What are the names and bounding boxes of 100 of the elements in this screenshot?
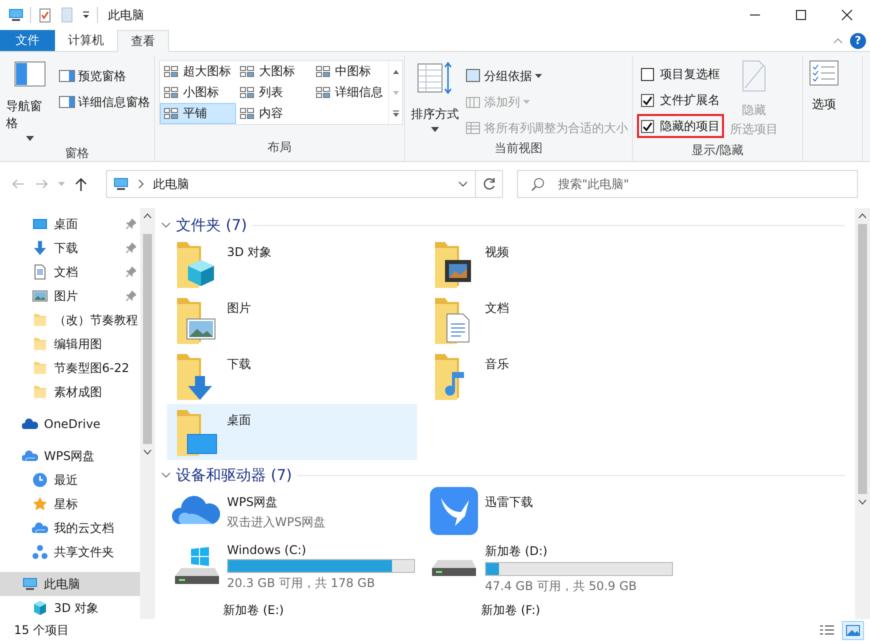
- check-icon: [642, 94, 653, 106]
- nav-item[interactable]: WPS网盘: [0, 444, 140, 468]
- scroll-down-icon: [392, 88, 400, 96]
- sort-button[interactable]: 排序方式: [409, 56, 461, 136]
- view-command[interactable]: 分组依据: [465, 64, 628, 88]
- checkbox-label: 项目复选框: [660, 66, 720, 82]
- layout-option[interactable]: 列表: [236, 82, 312, 103]
- navigation-pane-button[interactable]: 导航窗格: [4, 56, 55, 145]
- checkbox[interactable]: [641, 68, 654, 80]
- recent-caret-icon: [58, 182, 65, 186]
- pane-layout-icon: [14, 60, 46, 88]
- file-tile[interactable]: 新加卷 (E:): [167, 602, 417, 618]
- bird-app-icon: [429, 486, 479, 536]
- nav-item[interactable]: 素材成图: [0, 380, 140, 404]
- item-name: 3D 对象: [227, 244, 272, 261]
- nav-item[interactable]: 我的云文档: [0, 516, 140, 540]
- file-tile[interactable]: Windows (C:) 20.3 GB 可用，共 178 GB: [167, 542, 417, 602]
- scroll-down-icon: [858, 498, 867, 506]
- search-icon: [531, 177, 545, 191]
- layout-option[interactable]: 平铺: [160, 103, 236, 124]
- nav-item[interactable]: 节奏型图6-22: [0, 356, 140, 380]
- folder-icon: [32, 312, 48, 328]
- group-label: 窗格: [64, 145, 90, 162]
- checkbox-label: 隐藏的项目: [660, 118, 720, 134]
- item-name: 桌面: [227, 412, 251, 429]
- refresh-button[interactable]: [475, 170, 503, 198]
- layout-option[interactable]: 超大图标: [160, 61, 236, 82]
- file-tile[interactable]: 图片: [167, 292, 417, 348]
- checkbox[interactable]: [641, 120, 654, 132]
- file-tile[interactable]: 视频: [425, 236, 675, 292]
- pane-button[interactable]: 详细信息窗格: [59, 90, 150, 114]
- file-tile[interactable]: 下载: [167, 348, 417, 404]
- share-icon: [32, 544, 48, 560]
- drive-space: 20.3 GB 可用，共 178 GB: [227, 575, 376, 592]
- details-view-icon: [819, 624, 835, 636]
- folder-icon: [32, 360, 48, 376]
- nav-item[interactable]: 3D 对象: [0, 596, 140, 619]
- file-tile[interactable]: 文档: [425, 292, 675, 348]
- scrollbar-thumb[interactable]: [858, 224, 867, 494]
- file-tile[interactable]: 桌面: [167, 404, 417, 460]
- computer-icon: [113, 176, 129, 192]
- layout-option[interactable]: 详细信息: [312, 82, 388, 103]
- nav-item[interactable]: 最近: [0, 468, 140, 492]
- nav-item[interactable]: 下载: [0, 236, 140, 260]
- nav-item[interactable]: 星标: [0, 492, 140, 516]
- nav-item[interactable]: 图片: [0, 284, 140, 308]
- layout-option[interactable]: 大图标: [236, 61, 312, 82]
- layout-option[interactable]: 中图标: [312, 61, 388, 82]
- grid-icon: [164, 108, 178, 120]
- scrollbar-thumb[interactable]: [143, 234, 152, 444]
- ribbon-tab[interactable]: 计算机: [55, 30, 117, 51]
- chevron-icon: [137, 179, 145, 189]
- pane-button[interactable]: 预览窗格: [59, 64, 150, 88]
- group-icon: [465, 68, 481, 84]
- page-icon: [741, 60, 767, 92]
- nav-item[interactable]: 文档: [0, 260, 140, 284]
- item-name: 新加卷 (D:): [485, 543, 548, 560]
- address-field[interactable]: 此电脑: [106, 170, 476, 198]
- checkbox[interactable]: [641, 94, 654, 106]
- options-button[interactable]: 选项: [807, 56, 841, 117]
- blank-page-icon: [59, 7, 75, 23]
- file-tile[interactable]: 音乐: [425, 348, 675, 404]
- nav-item[interactable]: OneDrive: [0, 412, 140, 436]
- item-name: 图片: [227, 300, 251, 317]
- scroll-up-icon: [392, 68, 400, 76]
- item-name: 迅雷下载: [485, 494, 533, 511]
- cube-icon: [32, 600, 48, 616]
- search-field[interactable]: 搜索"此电脑": [517, 170, 858, 198]
- nav-item[interactable]: 编辑用图: [0, 332, 140, 356]
- file-tile[interactable]: 迅雷下载: [425, 486, 675, 542]
- desktop-icon: [32, 216, 48, 232]
- section-title[interactable]: 文件夹 (7): [176, 216, 248, 234]
- columns-icon: [465, 94, 481, 110]
- file-tab[interactable]: 文件: [0, 30, 55, 51]
- collapse-caret-icon: [832, 36, 844, 46]
- caret-icon: [26, 136, 34, 141]
- nav-item[interactable]: 共享文件夹: [0, 540, 140, 564]
- nav-item[interactable]: 桌面: [0, 212, 140, 236]
- document-icon: [32, 264, 48, 280]
- cloud-icon: [22, 416, 38, 432]
- table-icon: [465, 120, 481, 136]
- nav-item[interactable]: （改）节奏教程: [0, 308, 140, 332]
- file-tile[interactable]: 3D 对象: [167, 236, 417, 292]
- file-tile[interactable]: 新加卷 (D:) 47.4 GB 可用，共 50.9 GB: [425, 542, 675, 602]
- collapse-chevron-icon: [161, 221, 171, 229]
- help-button[interactable]: ?: [850, 32, 866, 48]
- check-icon: [642, 120, 653, 132]
- file-tile[interactable]: WPS网盘 双击进入WPS网盘: [167, 486, 417, 542]
- nav-item[interactable]: 此电脑: [0, 572, 140, 596]
- tiles-view-button[interactable]: [842, 620, 864, 640]
- ribbon-tab[interactable]: 查看: [117, 30, 169, 52]
- scroll-down-icon: [143, 448, 152, 456]
- section-title[interactable]: 设备和驱动器 (7): [176, 466, 292, 484]
- file-tile[interactable]: 新加卷 (F:): [425, 602, 675, 618]
- layout-option[interactable]: 内容: [236, 103, 312, 124]
- pane-icon: [59, 95, 75, 109]
- expand-icon: [392, 110, 400, 118]
- layout-option[interactable]: 小图标: [160, 82, 236, 103]
- item-name: 音乐: [485, 356, 509, 373]
- grid-icon: [240, 86, 254, 98]
